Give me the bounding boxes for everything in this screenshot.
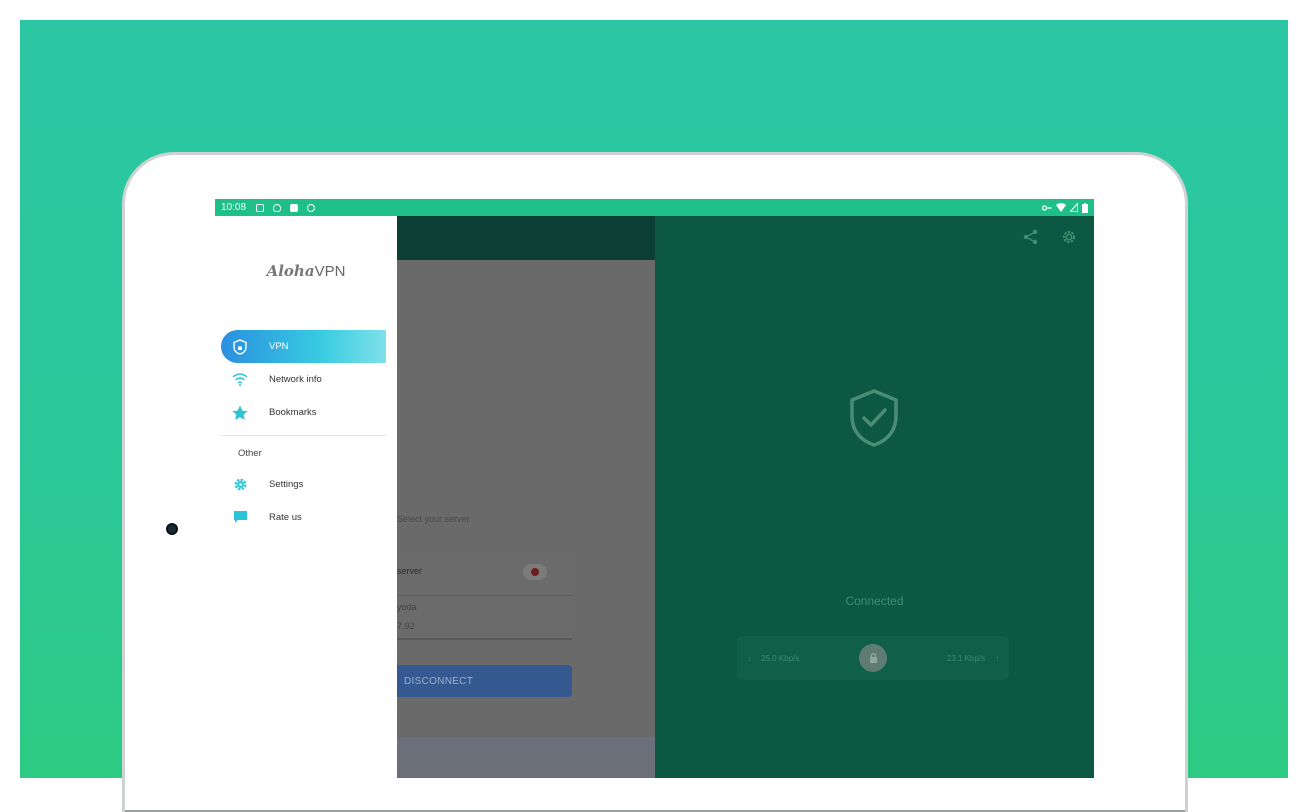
connect-lock-button[interactable] (859, 644, 887, 672)
battery-icon (1082, 202, 1088, 213)
camera-dot (166, 523, 178, 535)
server-selector[interactable]: server yoda 7.92 (377, 552, 572, 640)
shield-notify-icon (273, 203, 282, 212)
select-server-label: Select your server (397, 514, 470, 524)
sync-icon (307, 203, 316, 212)
vpn-key-icon (1042, 204, 1052, 211)
nav-item-bookmarks[interactable]: Bookmarks (221, 396, 386, 429)
nav-label-settings: Settings (269, 479, 304, 490)
settings-gear-icon[interactable] (1060, 228, 1078, 246)
nav-item-vpn[interactable]: VPN (221, 330, 386, 363)
server-label: server (397, 566, 423, 576)
nav-label-bookmarks: Bookmarks (269, 407, 317, 418)
connection-status: Connected (845, 594, 904, 608)
connection-panel: Connected ↓ 25.0 Kbp/s 23.1 Kbp/s ↑ (655, 216, 1094, 778)
notification-a-icon (256, 203, 265, 212)
upload-arrow-icon: ↑ (995, 653, 999, 663)
server-ip: 7.92 (397, 621, 415, 631)
download-arrow-icon: ↓ (747, 653, 751, 663)
nav-item-settings[interactable]: Settings (221, 468, 386, 501)
section-label-other: Other (238, 448, 262, 459)
drawer-divider (221, 435, 386, 436)
upload-speed: 23.1 Kbp/s (946, 653, 985, 663)
share-icon[interactable] (1022, 228, 1040, 246)
nav-label-network-info: Network info (269, 374, 322, 385)
download-speed: 25.0 Kbp/s (761, 653, 800, 663)
logo-script: Aloha (266, 262, 315, 280)
star-icon (232, 405, 248, 421)
app-logo: AlohaVPN (215, 262, 397, 280)
device-screen: 10:08 Connected ↓ 25.0 Kbp/s 23.1 Kbp/s … (215, 199, 1094, 778)
shield-check-icon (850, 389, 898, 447)
vpn-shield-icon (232, 338, 248, 355)
status-bar: 10:08 (215, 199, 1094, 216)
nav-label-rate-us: Rate us (269, 512, 302, 523)
navigation-drawer: AlohaVPN VPN Network info Bookmarks Othe… (215, 216, 397, 778)
logo-text: VPN (314, 263, 346, 280)
promo-stage: 10:08 Connected ↓ 25.0 Kbp/s 23.1 Kbp/s … (0, 0, 1309, 812)
nav-item-network-info[interactable]: Network info (221, 363, 386, 396)
wifi-status-icon (1056, 203, 1066, 212)
chat-bubble-icon (232, 510, 248, 526)
nav-label-vpn: VPN (269, 341, 289, 352)
sd-card-icon (290, 203, 299, 212)
server-divider (377, 595, 572, 596)
server-panel: Select your server server yoda 7.92 DISC… (377, 216, 655, 778)
panel-footer (397, 737, 655, 778)
lock-icon (869, 653, 877, 663)
disconnect-button[interactable]: DISCONNECT (397, 665, 572, 697)
gear-icon (232, 477, 248, 493)
server-city: yoda (397, 602, 417, 612)
speed-bar: ↓ 25.0 Kbp/s 23.1 Kbp/s ↑ (737, 636, 1009, 680)
server-card: Select your server server yoda 7.92 DISC… (377, 260, 655, 778)
japan-flag-icon (523, 564, 547, 580)
signal-icon (1070, 203, 1078, 212)
wifi-icon (232, 372, 248, 388)
nav-item-rate-us[interactable]: Rate us (221, 501, 386, 534)
status-time: 10:08 (221, 202, 247, 213)
